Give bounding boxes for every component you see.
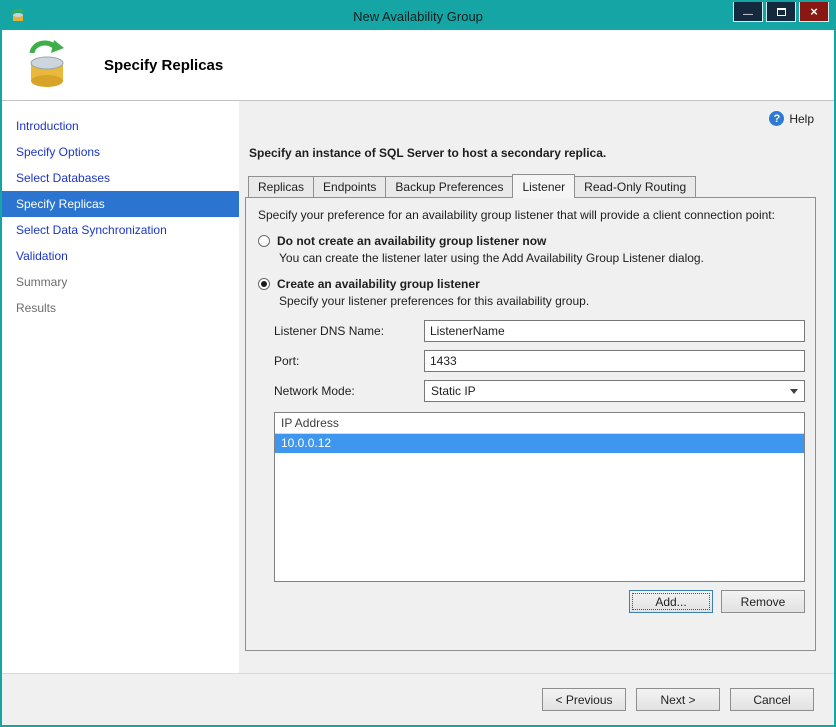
ip-list-buttons: Add... Remove [256, 590, 805, 613]
sidebar-item-introduction[interactable]: Introduction [2, 113, 239, 139]
window-title: New Availability Group [353, 8, 483, 24]
wizard-header: Specify Replicas [2, 30, 834, 101]
sidebar-item-select-databases[interactable]: Select Databases [2, 165, 239, 191]
sidebar-item-specify-replicas[interactable]: Specify Replicas [2, 191, 239, 217]
page-title: Specify Replicas [104, 56, 224, 74]
radio-no-listener-label: Do not create an availability group list… [277, 234, 547, 248]
network-mode-value: Static IP [431, 384, 476, 398]
add-button[interactable]: Add... [629, 590, 713, 613]
ip-address-listbox[interactable]: IP Address 10.0.0.12 [274, 412, 805, 582]
minimize-icon: — [743, 8, 753, 20]
tab-listener[interactable]: Listener [512, 174, 576, 198]
sidebar-item-results: Results [16, 301, 57, 315]
close-icon: × [810, 4, 818, 19]
radio-no-listener[interactable]: Do not create an availability group list… [258, 234, 805, 248]
close-button[interactable]: × [799, 2, 829, 22]
instruction-text: Specify an instance of SQL Server to hos… [249, 146, 607, 160]
radio-create-listener-subtext: Specify your listener preferences for th… [279, 294, 590, 308]
sidebar-item-summary: Summary [16, 275, 68, 289]
minimize-button[interactable]: — [733, 2, 763, 22]
listener-tab-panel: Specify your preference for an availabil… [245, 197, 816, 651]
port-input[interactable] [424, 350, 805, 372]
sidebar-item-select-data-synchronization[interactable]: Select Data Synchronization [2, 217, 239, 243]
tab-endpoints[interactable]: Endpoints [313, 176, 387, 197]
sidebar-item-specify-options[interactable]: Specify Options [2, 139, 239, 165]
next-button[interactable]: Next > [636, 688, 720, 711]
port-row: Port: [274, 350, 805, 372]
availability-group-icon [20, 37, 74, 94]
radio-no-listener-subtext: You can create the listener later using … [279, 251, 704, 265]
dns-name-label: Listener DNS Name: [274, 324, 385, 338]
tab-backup-preferences[interactable]: Backup Preferences [385, 176, 514, 197]
network-mode-label: Network Mode: [274, 384, 355, 398]
list-item[interactable]: 10.0.0.12 [275, 434, 804, 453]
listener-description: Specify your preference for an availabil… [258, 208, 775, 222]
chevron-down-icon [790, 388, 798, 394]
ip-address-column-header[interactable]: IP Address [275, 413, 804, 434]
network-mode-row: Network Mode: Static IP [274, 380, 805, 402]
new-availability-group-window: New Availability Group — × Specify Repli… [0, 0, 836, 727]
radio-no-listener-circle[interactable] [258, 235, 270, 247]
wizard-body: Introduction Specify Options Select Data… [2, 101, 834, 673]
help-icon: ? [769, 111, 785, 126]
cancel-button[interactable]: Cancel [730, 688, 814, 711]
help-link[interactable]: ? Help [245, 107, 816, 126]
radio-create-listener-label: Create an availability group listener [277, 277, 480, 291]
wizard-steps-sidebar: Introduction Specify Options Select Data… [2, 101, 239, 673]
titlebar[interactable]: New Availability Group — × [2, 2, 834, 30]
tab-read-only-routing[interactable]: Read-Only Routing [574, 176, 697, 197]
sidebar-item-validation[interactable]: Validation [2, 243, 239, 269]
window-controls: — × [733, 2, 829, 22]
wizard-footer: < Previous Next > Cancel [2, 673, 834, 725]
dns-name-row: Listener DNS Name: [274, 320, 805, 342]
maximize-button[interactable] [766, 2, 796, 22]
tab-strip: Replicas Endpoints Backup Preferences Li… [245, 174, 816, 198]
port-label: Port: [274, 354, 300, 368]
network-mode-dropdown[interactable]: Static IP [424, 380, 805, 402]
tab-replicas[interactable]: Replicas [248, 176, 315, 197]
radio-create-listener-circle[interactable] [258, 278, 270, 290]
remove-button[interactable]: Remove [721, 590, 805, 613]
radio-create-listener[interactable]: Create an availability group listener [258, 277, 805, 291]
maximize-icon [776, 7, 786, 16]
previous-button[interactable]: < Previous [542, 688, 626, 711]
main-pane: ? Help Specify an instance of SQL Server… [239, 101, 834, 673]
dns-name-input[interactable] [424, 320, 805, 342]
help-label: Help [789, 111, 814, 126]
